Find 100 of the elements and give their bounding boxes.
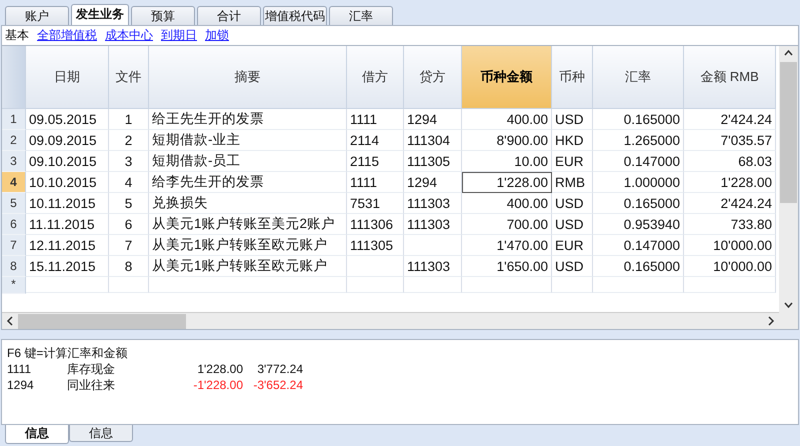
table-cell: 0.165000 — [593, 193, 684, 214]
table-cell: 1 — [109, 109, 149, 130]
table-cell: 111305 — [347, 235, 404, 256]
tab[interactable]: 账户 — [5, 6, 69, 25]
table-cell[interactable] — [593, 277, 684, 293]
balance-text: -3'652.24 — [252, 377, 303, 393]
table-cell: 7 — [109, 235, 149, 256]
table-cell[interactable] — [462, 277, 552, 293]
row-number[interactable]: 3 — [2, 151, 26, 172]
row-number[interactable]: 6 — [2, 214, 26, 235]
view-link[interactable]: 成本中心 — [105, 27, 153, 44]
table-cell: 15.11.2015 — [26, 256, 109, 277]
table-cell: 1'228.00 — [462, 172, 552, 193]
table-cell: 11.11.2015 — [26, 214, 109, 235]
table-cell: 从美元1账户转账至欧元账户 — [149, 235, 347, 256]
table-cell[interactable] — [404, 277, 462, 293]
info-message: F6 键=计算汇率和金额 — [7, 346, 128, 361]
table-cell: 兑换损失 — [149, 193, 347, 214]
column-header[interactable]: 币种金额 — [462, 46, 552, 109]
column-header[interactable]: 汇率 — [593, 46, 684, 109]
tab[interactable]: 信息 — [69, 425, 133, 442]
table-cell[interactable] — [149, 277, 347, 293]
account-number: 1111 — [7, 361, 32, 377]
tab[interactable]: 汇率 — [329, 6, 393, 25]
table-cell: 111306 — [347, 214, 404, 235]
table-cell: 10.00 — [462, 151, 552, 172]
table-cell: 2115 — [347, 151, 404, 172]
tab[interactable]: 增值税代码 — [263, 6, 327, 25]
account-name: 库存现金 — [67, 361, 116, 377]
view-link[interactable]: 加锁 — [205, 27, 229, 44]
table-cell: 0.147000 — [593, 151, 684, 172]
table-cell: 从美元1账户转账至美元2账户 — [149, 214, 347, 235]
column-header[interactable]: 币种 — [552, 46, 593, 109]
table-cell: 0.165000 — [593, 109, 684, 130]
column-header[interactable]: 金额 RMB — [684, 46, 776, 109]
balance-text: 3'772.24 — [256, 361, 303, 377]
table-cell: 短期借款-业主 — [149, 130, 347, 151]
table-cell: 1294 — [404, 172, 462, 193]
table-cell: 10'000.00 — [684, 235, 776, 256]
table-cell — [404, 235, 462, 256]
table-cell[interactable] — [347, 277, 404, 293]
table-cell: USD — [552, 109, 593, 130]
table-cell: RMB — [552, 172, 593, 193]
table-cell: 733.80 — [684, 214, 776, 235]
column-header[interactable]: 文件 — [109, 46, 149, 109]
table-cell[interactable] — [26, 277, 109, 293]
table-cell[interactable] — [552, 277, 593, 293]
row-number[interactable]: 1 — [2, 109, 26, 130]
column-header[interactable]: 日期 — [26, 46, 109, 109]
table-cell: 1111 — [347, 172, 404, 193]
view-link[interactable]: 到期日 — [161, 27, 197, 44]
table-cell: 12.11.2015 — [26, 235, 109, 256]
table-cell: 5 — [109, 193, 149, 214]
tab[interactable]: 合计 — [197, 6, 261, 25]
table-cell: 8 — [109, 256, 149, 277]
account-number: 1294 — [7, 377, 35, 393]
row-number[interactable]: 7 — [2, 235, 26, 256]
table-cell: 700.00 — [462, 214, 552, 235]
table-cell: USD — [552, 256, 593, 277]
row-number[interactable]: 4 — [2, 172, 26, 193]
column-header[interactable]: 贷方 — [404, 46, 462, 109]
table-cell: 1.265000 — [593, 130, 684, 151]
column-header[interactable]: 摘要 — [149, 46, 347, 109]
table-cell: USD — [552, 214, 593, 235]
table-cell: 10.10.2015 — [26, 172, 109, 193]
row-number[interactable]: 5 — [2, 193, 26, 214]
table-cell: 400.00 — [462, 193, 552, 214]
table-cell: 1.000000 — [593, 172, 684, 193]
table-cell: EUR — [552, 151, 593, 172]
table-cell: 10.11.2015 — [26, 193, 109, 214]
table-cell: 10'000.00 — [684, 256, 776, 277]
horizontal-scrollbar[interactable] — [2, 312, 779, 329]
tab[interactable]: 信息 — [5, 425, 69, 444]
table-cell: 7531 — [347, 193, 404, 214]
table-cell: 111303 — [404, 193, 462, 214]
amount-text: 1'228.00 — [196, 361, 243, 377]
table-cell: 2'424.24 — [684, 193, 776, 214]
tab[interactable]: 预算 — [131, 6, 195, 25]
table-cell: 1'228.00 — [684, 172, 776, 193]
table-cell: 09.10.2015 — [26, 151, 109, 172]
table-cell: 1'470.00 — [462, 235, 552, 256]
tab[interactable]: 发生业务 — [71, 4, 129, 25]
view-link[interactable]: 全部增值税 — [37, 27, 97, 44]
table-cell: 111305 — [404, 151, 462, 172]
table-cell: 0.147000 — [593, 235, 684, 256]
corner-header — [2, 46, 26, 109]
column-header[interactable]: 借方 — [347, 46, 404, 109]
table-cell: 2114 — [347, 130, 404, 151]
table-cell: 3 — [109, 151, 149, 172]
table-cell: 0.953940 — [593, 214, 684, 235]
table-cell: 09.09.2015 — [26, 130, 109, 151]
new-row-marker: * — [2, 277, 26, 294]
row-number[interactable]: 2 — [2, 130, 26, 151]
table-cell[interactable] — [684, 277, 776, 293]
table-cell[interactable] — [109, 277, 149, 293]
view-tab[interactable]: 基本 — [5, 27, 29, 44]
table-cell: 1294 — [404, 109, 462, 130]
row-number[interactable]: 8 — [2, 256, 26, 277]
table-cell: 6 — [109, 214, 149, 235]
table-cell: 0.165000 — [593, 256, 684, 277]
